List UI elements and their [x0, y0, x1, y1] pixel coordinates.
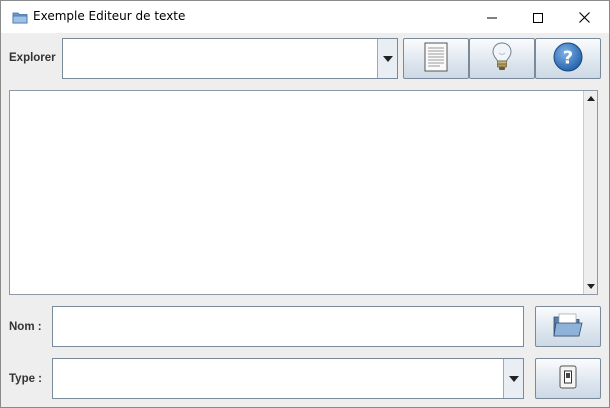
name-input[interactable]	[52, 306, 524, 347]
editor-textarea[interactable]	[9, 90, 598, 295]
lightbulb-icon	[491, 41, 513, 77]
close-icon	[578, 8, 590, 27]
maximize-icon	[533, 8, 543, 27]
explorer-dropdown-button[interactable]	[377, 39, 397, 78]
open-folder-icon	[552, 311, 584, 343]
close-button[interactable]	[561, 1, 607, 33]
folder-icon	[12, 9, 28, 24]
switch-button[interactable]	[535, 358, 601, 399]
app-window: Exemple Editeur de texte Explorer ? Nom …	[0, 0, 610, 408]
name-label: Nom :	[9, 321, 42, 333]
hint-button[interactable]	[469, 38, 535, 79]
window-title: Exemple Editeur de texte	[33, 9, 186, 23]
scroll-up-button[interactable]	[584, 92, 597, 105]
type-dropdown-button[interactable]	[503, 359, 523, 398]
minimize-button[interactable]	[469, 1, 515, 33]
minimize-icon	[487, 8, 497, 27]
arrow-down-icon	[586, 284, 595, 289]
maximize-button[interactable]	[515, 1, 561, 33]
scroll-down-button[interactable]	[584, 280, 597, 293]
explorer-combobox[interactable]	[62, 38, 398, 79]
title-bar: Exemple Editeur de texte	[1, 1, 609, 33]
help-button[interactable]: ?	[535, 38, 601, 79]
type-combobox[interactable]	[52, 358, 524, 399]
vertical-scrollbar[interactable]	[583, 91, 597, 294]
svg-text:?: ?	[563, 47, 573, 68]
chevron-down-icon	[508, 375, 519, 382]
document-icon	[424, 42, 448, 76]
explorer-label: Explorer	[9, 52, 56, 64]
switch-icon	[559, 365, 577, 393]
open-button[interactable]	[535, 306, 601, 347]
type-label: Type :	[9, 373, 43, 385]
new-document-button[interactable]	[403, 38, 469, 79]
arrow-up-icon	[586, 96, 595, 101]
chevron-down-icon	[382, 55, 393, 62]
help-icon: ?	[552, 41, 584, 77]
